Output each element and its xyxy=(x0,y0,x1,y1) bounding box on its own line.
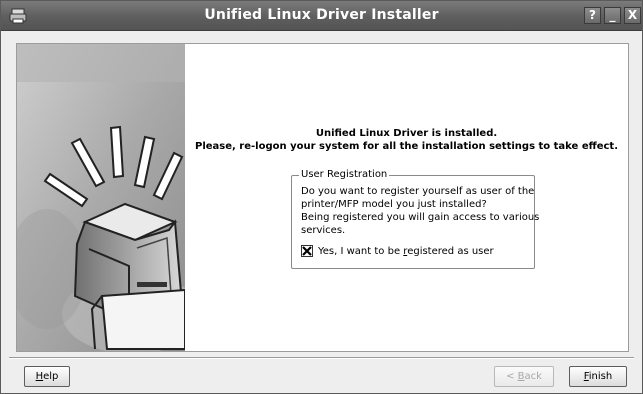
printer-illustration xyxy=(17,44,185,351)
installer-window: Unified Linux Driver Installer ? _ X Uni… xyxy=(0,0,643,394)
back-button[interactable]: < Back xyxy=(494,366,554,387)
title-bar[interactable]: Unified Linux Driver Installer ? _ X xyxy=(1,1,642,31)
label-text-rest: egistered as user xyxy=(407,246,494,257)
back-arrow: < xyxy=(506,371,518,382)
check-icon xyxy=(302,246,312,256)
button-separator xyxy=(9,357,634,359)
group-legend: User Registration xyxy=(299,168,390,181)
help-button[interactable]: Help xyxy=(24,366,70,387)
message-relogon: Please, re-logon your system for all the… xyxy=(194,141,618,152)
content-panel: Unified Linux Driver is installed. Pleas… xyxy=(16,43,629,352)
close-button[interactable]: X xyxy=(624,7,641,24)
description-line: Being registered you will gain access to… xyxy=(301,212,540,223)
back-label: ack xyxy=(524,371,542,382)
finish-button[interactable]: Finish xyxy=(569,366,627,387)
back-mnemonic: B xyxy=(517,371,525,382)
register-label[interactable]: Yes, I want to be registered as user xyxy=(318,246,494,257)
registration-description: Do you want to register yourself as user… xyxy=(301,185,540,237)
minimize-button[interactable]: _ xyxy=(604,7,621,24)
window-title: Unified Linux Driver Installer xyxy=(204,7,439,23)
completion-message: Unified Linux Driver is installed. Pleas… xyxy=(185,127,628,153)
description-line: services. xyxy=(301,225,346,236)
message-installed: Unified Linux Driver is installed. xyxy=(315,128,498,139)
description-line: printer/MFP model you just installed? xyxy=(301,199,487,210)
help-title-button[interactable]: ? xyxy=(584,7,601,24)
help-mnemonic: H xyxy=(35,371,44,382)
register-checkbox[interactable] xyxy=(301,245,313,257)
help-label: elp xyxy=(43,371,59,382)
register-checkbox-row[interactable]: Yes, I want to be registered as user xyxy=(301,245,494,258)
finish-label: inish xyxy=(588,371,613,382)
user-registration-group: User Registration Do you want to registe… xyxy=(291,168,540,269)
label-text: Yes, I want to be xyxy=(318,246,404,257)
description-line: Do you want to register yourself as user… xyxy=(301,186,535,197)
